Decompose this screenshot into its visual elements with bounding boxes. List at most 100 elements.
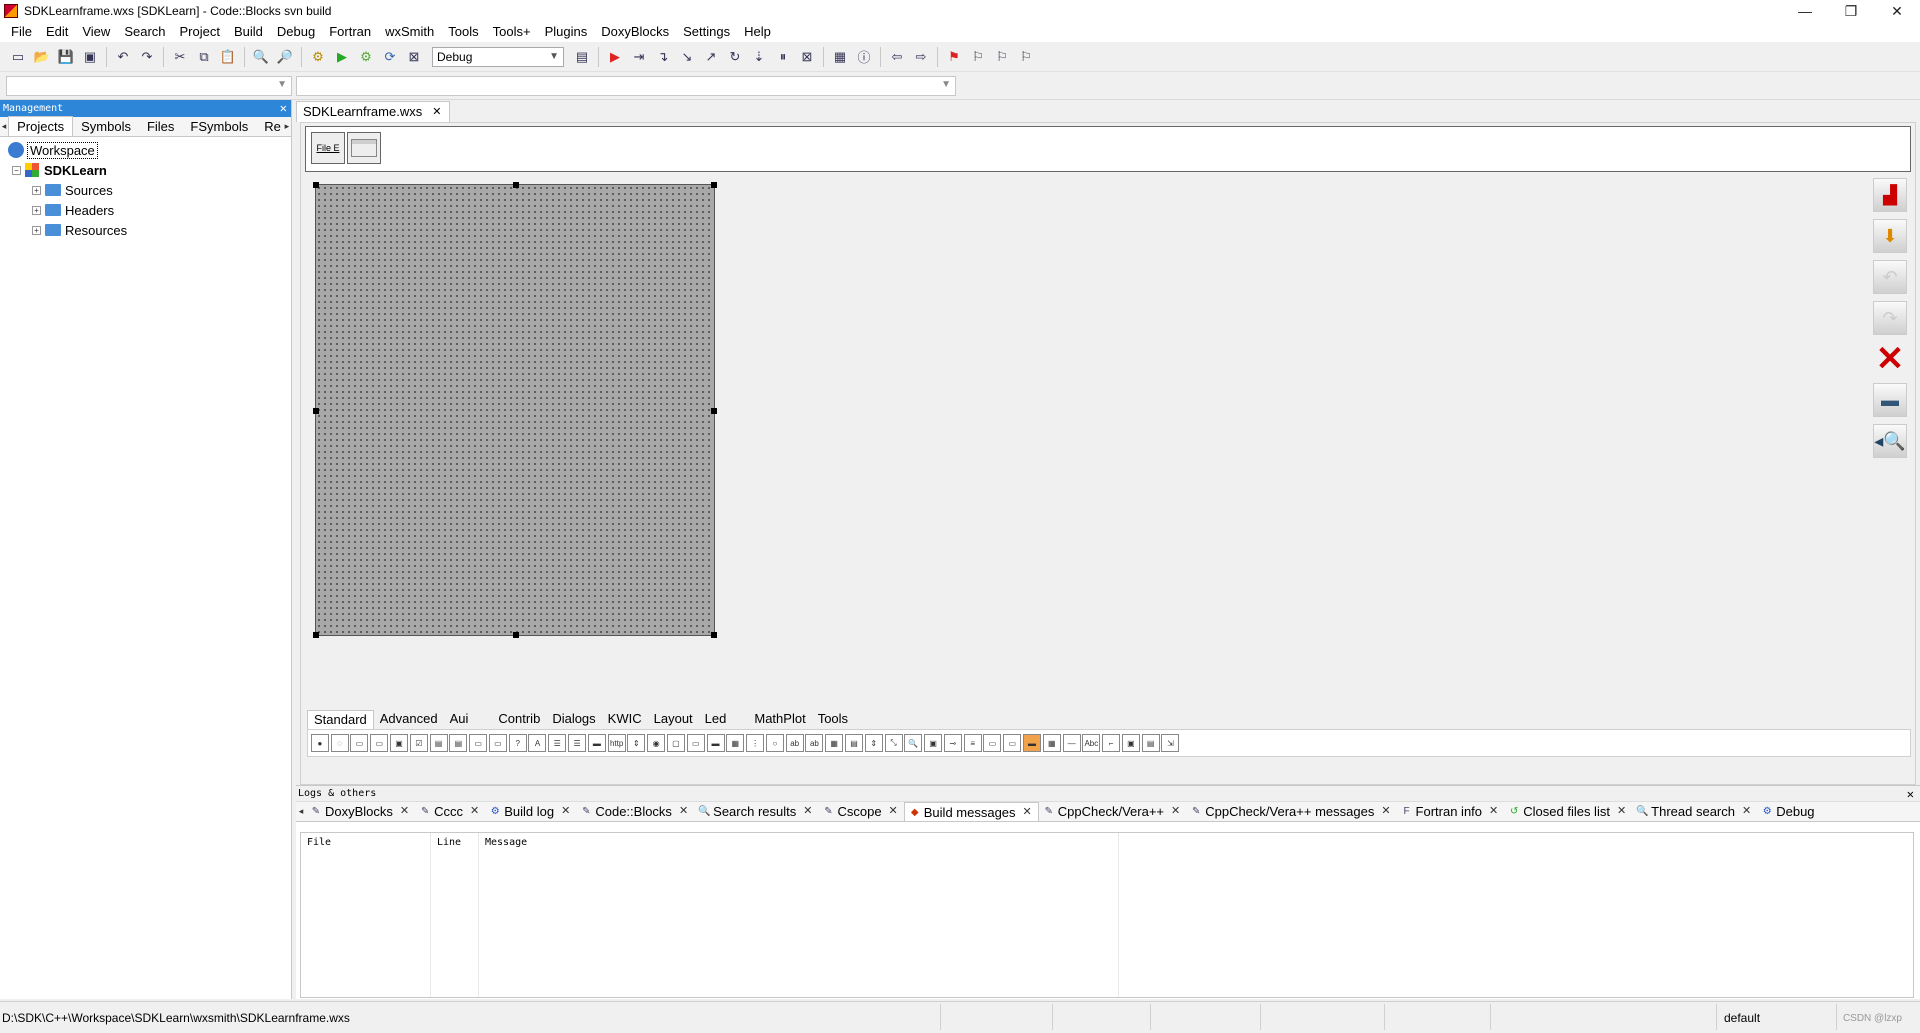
textctrl2-widget-icon[interactable]: ab	[785, 734, 804, 752]
resize-handle[interactable]	[711, 182, 717, 188]
listctrl-widget-icon[interactable]: ☰	[568, 734, 587, 752]
export-icon[interactable]: ⬇	[1873, 219, 1907, 253]
bitmap-widget-icon[interactable]: ⌐	[1102, 734, 1121, 752]
tab-fortran-info[interactable]: F Fortran info ✕	[1397, 802, 1505, 821]
column-header-file[interactable]: File	[301, 833, 431, 997]
tab-led[interactable]: Led	[699, 710, 733, 728]
undo-icon[interactable]: ↶	[1873, 260, 1907, 294]
resize-handle[interactable]	[313, 408, 319, 414]
menu-build[interactable]: Build	[227, 22, 270, 42]
tab-build-log[interactable]: ⚙ Build log ✕	[485, 802, 576, 821]
statusbar-widget-icon[interactable]: ▭	[686, 734, 705, 752]
tab-thread-search[interactable]: 🔍 Thread search ✕	[1632, 802, 1757, 821]
scroll-right-icon[interactable]: ▸	[283, 117, 291, 136]
label-widget-icon[interactable]: Abc	[1082, 734, 1101, 752]
cursor-widget-icon[interactable]: ⇲	[1161, 734, 1180, 752]
resize-handle[interactable]	[711, 632, 717, 638]
frame-preview-button[interactable]	[347, 132, 381, 164]
quick-search-icon[interactable]: ◂🔍	[1873, 424, 1907, 458]
close-tab-icon[interactable]: ✕	[432, 102, 441, 122]
column-header-message[interactable]: Message	[479, 833, 1119, 997]
menu-file[interactable]: File	[4, 22, 39, 42]
grid-widget-icon[interactable]: ▦	[825, 734, 844, 752]
jump-back-icon[interactable]: ⇦	[887, 47, 907, 67]
pointer-tool-icon[interactable]: ●	[310, 734, 329, 752]
checkbox-widget-icon[interactable]: ☑	[409, 734, 428, 752]
menu-wxsmith[interactable]: wxSmith	[378, 22, 441, 42]
copy-icon[interactable]: ⧉	[194, 47, 214, 67]
tab-debug[interactable]: ⚙ Debug	[1757, 802, 1820, 821]
menu-help[interactable]: Help	[737, 22, 778, 42]
tab-sdklearnframe-wxs[interactable]: SDKLearnframe.wxs ✕	[296, 101, 451, 122]
close-tab-icon[interactable]: ✕	[1742, 802, 1751, 821]
close-icon[interactable]: ✕	[1907, 786, 1914, 802]
tab-tools[interactable]: Tools	[812, 710, 854, 728]
spinbutton-widget-icon[interactable]: ⇕	[864, 734, 883, 752]
tab-doxyblocks[interactable]: ✎ DoxyBlocks ✕	[306, 802, 415, 821]
paste-icon[interactable]: 📋	[218, 47, 238, 67]
build-run-icon[interactable]: ⚙	[356, 47, 376, 67]
toggle-bookmark-icon[interactable]: ⚑	[944, 47, 964, 67]
resize-handle[interactable]	[513, 182, 519, 188]
run-to-cursor-icon[interactable]: ⇥	[629, 47, 649, 67]
tab-dialogs[interactable]: Dialogs	[546, 710, 601, 728]
tab-standard[interactable]: Standard	[307, 709, 374, 729]
step-into-icon[interactable]: ↘	[677, 47, 697, 67]
scroll-left-icon[interactable]: ◂	[296, 802, 306, 821]
next-instruction-icon[interactable]: ↻	[725, 47, 745, 67]
togglebtn-widget-icon[interactable]: ▭	[1003, 734, 1022, 752]
search-widget-icon[interactable]: 🔍	[904, 734, 923, 752]
resize-handle[interactable]	[313, 182, 319, 188]
collapse-icon[interactable]: −	[12, 165, 21, 175]
treectrl-widget-icon[interactable]: ⋮	[746, 734, 765, 752]
replace-icon[interactable]: 🔎	[275, 47, 295, 67]
next-line-icon[interactable]: ↴	[653, 47, 673, 67]
menu-plugins[interactable]: Plugins	[538, 22, 595, 42]
close-tab-icon[interactable]: ✕	[679, 802, 688, 821]
html-widget-icon[interactable]: ▬	[1023, 734, 1042, 752]
tree-folder-sources[interactable]: + Sources	[0, 180, 291, 200]
tab-mathplot[interactable]: MathPlot	[748, 710, 811, 728]
restore-button[interactable]: ❐	[1828, 0, 1874, 22]
build-target-select[interactable]: Debug ▼	[432, 46, 564, 67]
design-canvas-frame[interactable]	[313, 182, 717, 638]
tree-folder-headers[interactable]: + Headers	[0, 200, 291, 220]
tab-aui[interactable]: Aui	[444, 710, 475, 728]
menu-fortran[interactable]: Fortran	[322, 22, 378, 42]
tab-symbols[interactable]: Symbols	[73, 117, 139, 136]
tab-fsymbols[interactable]: FSymbols	[182, 117, 256, 136]
resize-handle[interactable]	[313, 632, 319, 638]
close-tab-icon[interactable]: ✕	[1023, 803, 1032, 822]
choicebook-widget-icon[interactable]: ▤	[844, 734, 863, 752]
gauge-widget-icon[interactable]: ▬	[706, 734, 725, 752]
combobox-widget-icon[interactable]: ▤	[449, 734, 468, 752]
richtext-widget-icon[interactable]: ab	[805, 734, 824, 752]
tab-resources[interactable]: Re	[256, 117, 283, 136]
hyperlink-widget-icon[interactable]: http	[607, 734, 626, 752]
staticbox-widget-icon[interactable]: ▢	[666, 734, 685, 752]
tab-closed-files[interactable]: ↺ Closed files list ✕	[1504, 802, 1632, 821]
close-tab-icon[interactable]: ✕	[1617, 802, 1626, 821]
scroll-left-icon[interactable]: ◂	[0, 117, 8, 136]
tab-cppcheck-messages[interactable]: ✎ CppCheck/Vera++ messages ✕	[1186, 802, 1396, 821]
menu-settings[interactable]: Settings	[676, 22, 737, 42]
redo-icon[interactable]: ↷	[1873, 301, 1907, 335]
debug-info-icon[interactable]: ⓘ	[854, 47, 874, 67]
close-tab-icon[interactable]: ✕	[803, 802, 812, 821]
spinctrl-widget-icon[interactable]: ▭	[488, 734, 507, 752]
splitter-widget-icon[interactable]: ≡	[963, 734, 982, 752]
properties-icon[interactable]: ▬	[1873, 383, 1907, 417]
datepicker-widget-icon[interactable]: ▣	[1121, 734, 1140, 752]
help-widget-icon[interactable]: ?	[508, 734, 527, 752]
bitmap-button-widget-icon[interactable]: ▣	[390, 734, 409, 752]
menu-debug[interactable]: Debug	[270, 22, 322, 42]
function-combo[interactable]: ▼	[296, 76, 956, 96]
clear-bookmarks-icon[interactable]: ⚐	[1016, 47, 1036, 67]
scrollbar-widget-icon[interactable]: ⇕	[627, 734, 646, 752]
menu-doxyblocks[interactable]: DoxyBlocks	[594, 22, 676, 42]
expand-icon[interactable]: +	[32, 185, 41, 195]
delete-icon[interactable]: ✕	[1873, 340, 1907, 378]
close-tab-icon[interactable]: ✕	[561, 802, 570, 821]
tab-projects[interactable]: Projects	[8, 116, 74, 136]
resize-widget-icon[interactable]: ⤡	[884, 734, 903, 752]
